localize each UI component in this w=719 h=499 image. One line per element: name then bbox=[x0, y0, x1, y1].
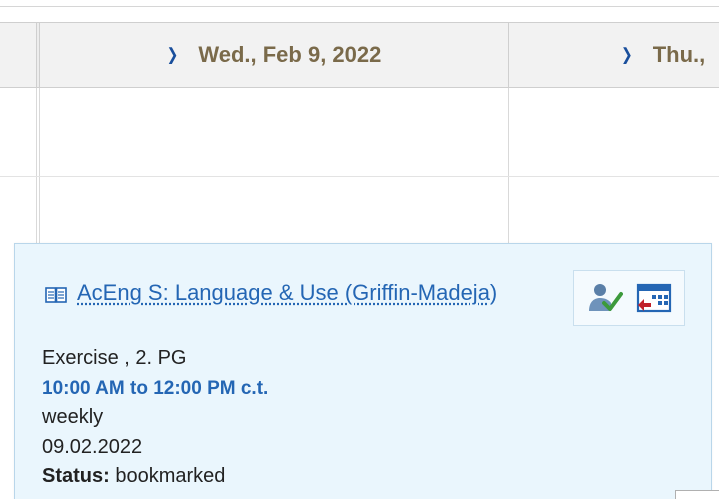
chevron-right-icon[interactable]: ❯ bbox=[167, 45, 179, 64]
day-header-label[interactable]: Thu., bbox=[653, 42, 706, 68]
status-label: Status: bbox=[42, 465, 110, 487]
calendar-week-view: ❯ Wed., Feb 9, 2022 ❯ Thu., AcEng S: Lan… bbox=[0, 0, 719, 499]
divider bbox=[0, 6, 719, 7]
event-status: Status: bookmarked bbox=[42, 462, 268, 492]
grid-line bbox=[0, 176, 719, 177]
grid-line bbox=[39, 88, 40, 248]
day-header-wed[interactable]: ❯ Wed., Feb 9, 2022 bbox=[39, 23, 508, 87]
event-popup: AcEng S: Language & Use (Griffin-Madeja) bbox=[14, 243, 712, 499]
course-title-link[interactable]: AcEng S: Language & Use (Griffin-Madeja) bbox=[77, 280, 497, 305]
calendar-remove-icon[interactable] bbox=[636, 282, 672, 314]
event-details: Exercise , 2. PG 10:00 AM to 12:00 PM c.… bbox=[42, 344, 268, 492]
grid-line bbox=[36, 88, 37, 248]
overlay-edge bbox=[675, 490, 719, 499]
event-actions bbox=[573, 270, 685, 326]
register-button[interactable] bbox=[585, 278, 625, 318]
time-column-header bbox=[0, 23, 36, 87]
person-check-icon[interactable] bbox=[587, 281, 623, 315]
chevron-right-icon[interactable]: ❯ bbox=[621, 45, 633, 64]
event-date: 09.02.2022 bbox=[42, 435, 143, 458]
grid-line bbox=[508, 88, 509, 248]
day-header-thu[interactable]: ❯ Thu., bbox=[508, 23, 719, 87]
event-title: AcEng S: Language & Use (Griffin-Madeja) bbox=[45, 278, 515, 311]
book-icon bbox=[45, 281, 67, 311]
status-value: bookmarked bbox=[115, 465, 226, 487]
event-frequency: weekly bbox=[42, 406, 104, 428]
day-header-label[interactable]: Wed., Feb 9, 2022 bbox=[198, 42, 381, 68]
day-header-row: ❯ Wed., Feb 9, 2022 ❯ Thu., bbox=[0, 22, 719, 88]
remove-from-schedule-button[interactable] bbox=[634, 278, 674, 318]
event-time: 10:00 AM to 12:00 PM c.t. bbox=[42, 377, 269, 399]
event-type-group: Exercise , 2. PG bbox=[42, 347, 187, 369]
